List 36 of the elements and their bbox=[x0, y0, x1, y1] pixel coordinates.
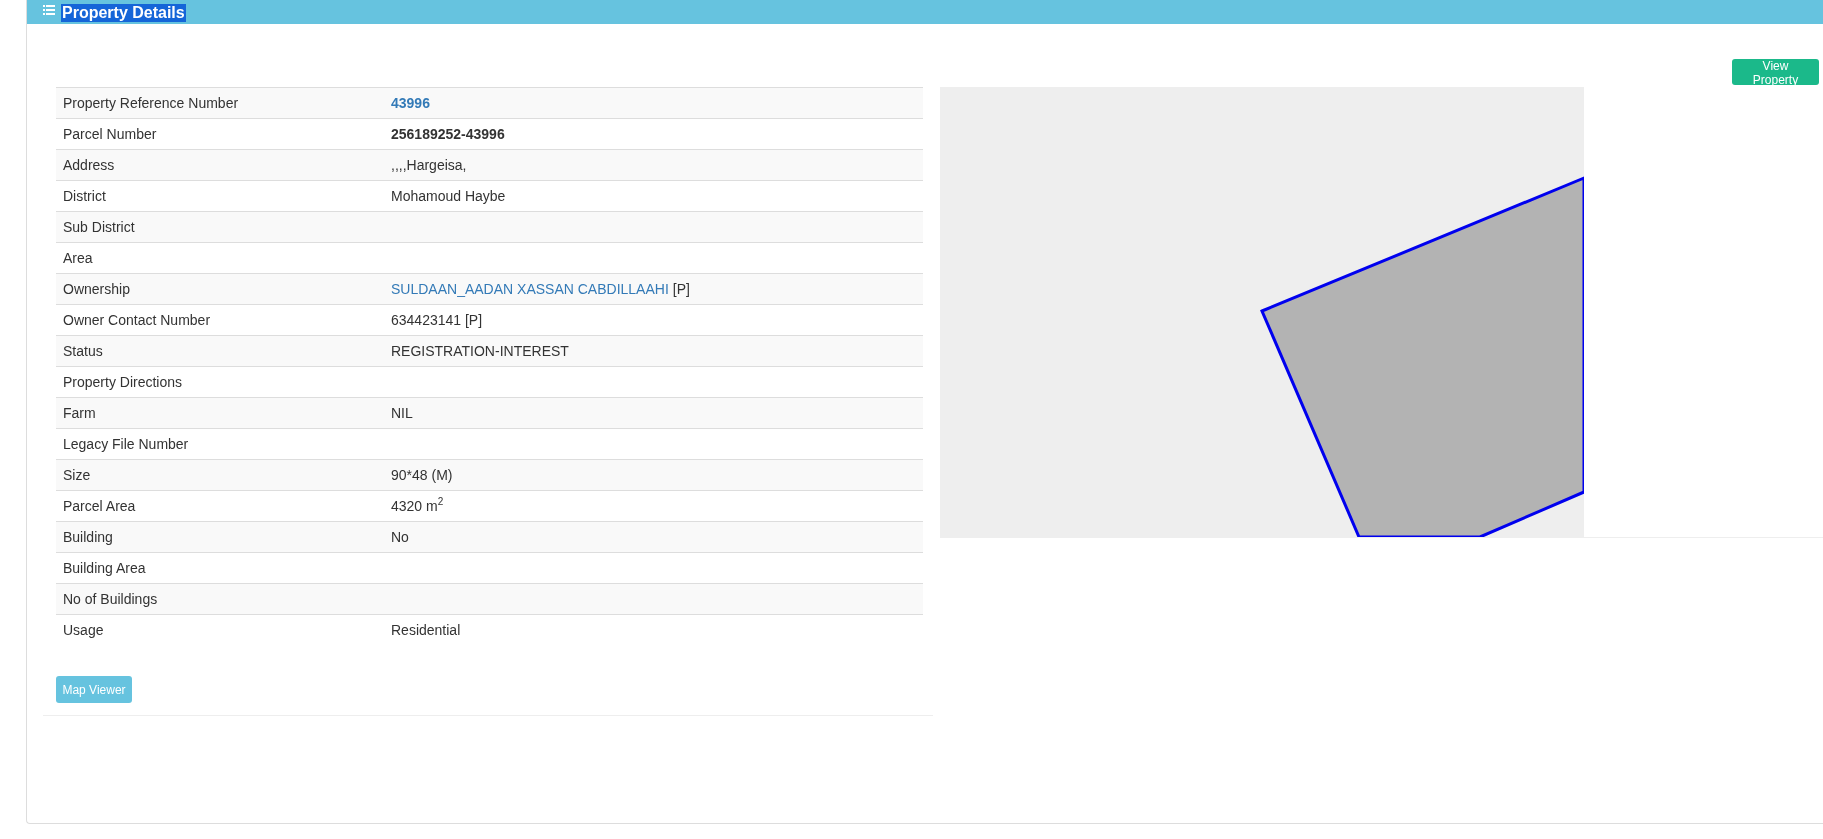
field-value: 4320 m$^{2}$ bbox=[391, 495, 444, 516]
field-label: Building Area bbox=[62, 559, 147, 578]
field-label: No of Buildings bbox=[62, 590, 159, 609]
field-value: [P] bbox=[672, 280, 690, 299]
field-value: NIL bbox=[391, 404, 413, 423]
view-property-button[interactable]: View Property bbox=[1732, 59, 1819, 85]
field-value: Mohamoud Haybe bbox=[391, 187, 506, 206]
field-label: Legacy File Number bbox=[62, 435, 190, 454]
field-label: Address bbox=[62, 156, 116, 175]
field-value: 634423141 [P] bbox=[391, 311, 483, 330]
list-icon bbox=[43, 5, 55, 15]
field-label: Farm bbox=[62, 404, 97, 423]
field-value: ,,,,Hargeisa, bbox=[391, 156, 467, 175]
field-label: Owner Contact Number bbox=[62, 311, 212, 330]
map-viewer-button[interactable]: Map Viewer bbox=[56, 676, 132, 703]
field-label: Size bbox=[62, 466, 92, 485]
field-label: Sub District bbox=[62, 218, 136, 237]
field-label: Area bbox=[62, 249, 94, 268]
field-label: Status bbox=[62, 342, 104, 361]
field-label: Ownership bbox=[62, 280, 131, 299]
field-label: Property Reference Number bbox=[62, 94, 240, 113]
field-value: 90*48 (M) bbox=[391, 466, 453, 485]
field-value: 43996 bbox=[391, 94, 430, 113]
parcel-map[interactable] bbox=[940, 87, 1584, 537]
panel-title: Property Details bbox=[61, 4, 186, 22]
field-label: Parcel Area bbox=[62, 497, 137, 516]
field-value: No bbox=[391, 528, 409, 547]
field-value: Residential bbox=[391, 621, 461, 640]
field-label: Parcel Number bbox=[62, 125, 158, 144]
field-label: District bbox=[62, 187, 107, 206]
field-label: Building bbox=[62, 528, 114, 547]
field-label: Usage bbox=[62, 621, 105, 640]
field-label: Property Directions bbox=[62, 373, 184, 392]
field-value: REGISTRATION-INTEREST bbox=[391, 342, 569, 361]
field-value: 256189252-43996 bbox=[391, 125, 505, 144]
owner-link[interactable]: SULDAAN_AADAN XASSAN CABDILLAAHI bbox=[391, 274, 669, 304]
